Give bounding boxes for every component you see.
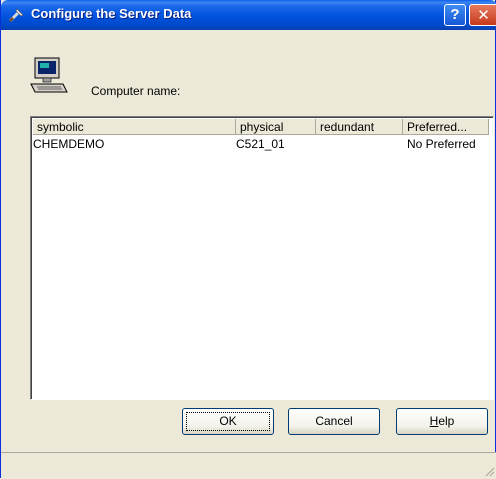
tools-icon <box>9 8 24 22</box>
column-header-physical[interactable]: physical <box>236 119 316 135</box>
help-title-button[interactable]: ? <box>444 4 466 26</box>
status-bar <box>1 452 496 479</box>
ok-button[interactable]: OK <box>182 408 274 435</box>
dialog-window: Configure the Server Data ? ✕ Computer n… <box>0 0 496 479</box>
help-label-rest: elp <box>438 414 455 428</box>
focus-rect <box>186 412 270 431</box>
cell-symbolic: CHEMDEMO <box>33 137 105 151</box>
column-header-preferred[interactable]: Preferred... <box>403 119 489 135</box>
computer-name-label: Computer name: <box>91 84 181 98</box>
cancel-button[interactable]: Cancel <box>288 408 380 435</box>
column-header-symbolic[interactable]: symbolic <box>33 119 236 135</box>
close-button[interactable]: ✕ <box>469 4 496 26</box>
cancel-label: Cancel <box>315 414 353 428</box>
title-bar[interactable]: Configure the Server Data ? ✕ <box>1 0 496 30</box>
list-header: symbolic physical redundant Preferred... <box>33 119 493 135</box>
server-list[interactable]: symbolic physical redundant Preferred...… <box>30 116 494 400</box>
list-row[interactable]: CHEMDEMO C521_01 No Preferred <box>33 137 491 152</box>
cell-preferred: No Preferred <box>407 137 476 151</box>
computer-icon <box>30 57 68 93</box>
window-title: Configure the Server Data <box>31 6 192 21</box>
cell-physical: C521_01 <box>236 137 285 151</box>
help-button[interactable]: Help <box>396 408 488 435</box>
column-header-redundant[interactable]: redundant <box>316 119 403 135</box>
resize-grip-icon[interactable] <box>483 465 495 477</box>
